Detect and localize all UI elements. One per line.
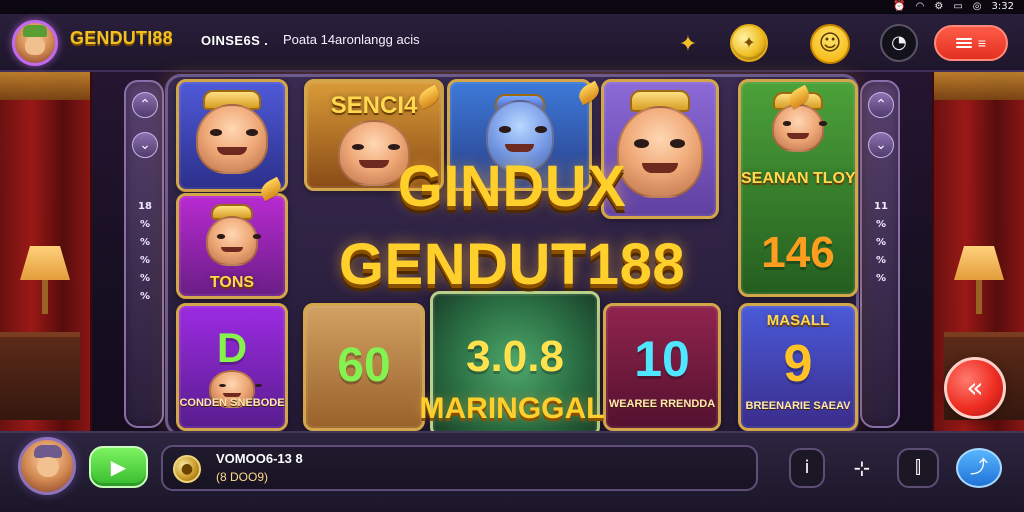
left-lamp	[20, 246, 70, 314]
bars-icon: ⫿	[915, 457, 921, 478]
left-lamp-stand	[42, 280, 48, 314]
right-panel-up-arrow[interactable]: ⌃	[868, 92, 894, 118]
brand-subtitle-1: OINSE6S .	[201, 33, 269, 48]
center-logo-line-2: GENDUT188	[338, 232, 686, 297]
tile-11-number: 9	[783, 335, 813, 393]
status-bar: ⏰ ◠ ⚙ ▭ ◎ 3:32	[0, 0, 1024, 14]
left-desk	[0, 332, 80, 420]
right-side-panel: ⌃ ⌄ 11 % % % %	[860, 80, 900, 428]
left-panel-up-arrow[interactable]: ⌃	[132, 92, 158, 118]
play-icon: ▶	[110, 455, 127, 479]
coin-icon[interactable]: ✦	[730, 24, 768, 62]
share-icon: ⤴	[970, 457, 988, 478]
settings-icon: ⊹	[853, 456, 871, 480]
settings-icon: ⚙	[934, 1, 944, 12]
brand-subtitle-2: Poata 14aronlangg acis	[283, 32, 420, 47]
left-side-panel: ⌃ ⌄ 18 % % % % %	[124, 80, 164, 428]
left-label-4: %	[139, 255, 151, 266]
location-icon: ◎	[972, 1, 982, 12]
right-side-labels: 11 % % % %	[869, 202, 893, 284]
left-label-2: %	[139, 219, 151, 230]
wifi-icon: ◠	[915, 1, 925, 12]
right-lamp-shade	[954, 246, 1004, 280]
right-lamp-stand	[976, 280, 982, 314]
settings-button[interactable]: ⊹	[843, 448, 881, 488]
share-button[interactable]: ⤴	[956, 448, 1002, 488]
info-value: (8 DOO9)	[216, 470, 269, 484]
tile-8-number: 60	[337, 339, 391, 392]
slot-reel-frame: TONS D CONDEN SNEBODE SENCI4 SEANAN TLOY…	[165, 74, 859, 437]
center-logo-line-3: MARINGGAL	[419, 392, 605, 425]
headset-icon[interactable]: ◔	[880, 24, 918, 62]
brand-avatar-hat	[23, 25, 47, 37]
emoji-icon[interactable]: ☺	[810, 24, 850, 64]
top-bar: GENDUTI88 OINSE6S . Poata 14aronlangg ac…	[0, 14, 1024, 72]
left-label-5: %	[139, 273, 151, 284]
right-label-3: %	[875, 237, 887, 248]
brand-title: GENDUTI88	[70, 28, 173, 48]
info-button[interactable]: i	[789, 448, 825, 488]
right-panel-down-arrow[interactable]: ⌄	[868, 132, 894, 158]
menu-label: ≡	[977, 35, 987, 51]
brand-avatar	[12, 20, 58, 66]
left-panel-down-arrow[interactable]: ⌄	[132, 132, 158, 158]
brand-avatar-face	[25, 37, 45, 55]
tile-11-title: MASALL	[766, 312, 830, 329]
info-icon: i	[804, 457, 810, 478]
status-info-panel: ● VOMOO6-13 8 (8 DOO9)	[161, 445, 758, 491]
right-label-2: %	[875, 219, 887, 230]
stats-button[interactable]: ⫿	[897, 448, 939, 488]
star-icon[interactable]: ✦	[676, 33, 700, 57]
tile-9-number: 3.0.8	[466, 332, 564, 381]
left-lamp-shade	[20, 246, 70, 280]
left-side-labels: 18 % % % % %	[133, 202, 157, 302]
info-title: VOMOO6-13 8	[216, 451, 303, 466]
right-lamp	[954, 246, 1004, 314]
back-icon: «	[966, 371, 984, 404]
alarm-icon: ⏰	[893, 1, 906, 12]
play-button[interactable]: ▶	[89, 446, 148, 488]
tile-7-character	[772, 104, 824, 152]
left-label-6: %	[139, 291, 151, 302]
back-button[interactable]: «	[944, 357, 1006, 419]
slot-game-screen: ⏰ ◠ ⚙ ▭ ◎ 3:32 GENDUTI88 OINSE6S . Poata…	[0, 0, 1024, 512]
tile-3-number: D	[216, 324, 248, 371]
player-avatar[interactable]	[18, 437, 76, 495]
left-label-3: %	[139, 237, 151, 248]
coin-icon: ●	[173, 455, 201, 483]
right-label-1: 11	[874, 201, 888, 212]
status-time: 3:32	[991, 1, 1014, 12]
left-label-1: 18	[138, 201, 152, 212]
menu-button[interactable]: ≡	[934, 25, 1008, 61]
right-label-4: %	[875, 255, 887, 266]
right-label-5: %	[875, 273, 887, 284]
tile-10-number: 10	[634, 331, 690, 387]
battery-icon: ▭	[953, 1, 963, 12]
menu-icon	[955, 37, 972, 49]
player-avatar-face	[37, 457, 59, 477]
